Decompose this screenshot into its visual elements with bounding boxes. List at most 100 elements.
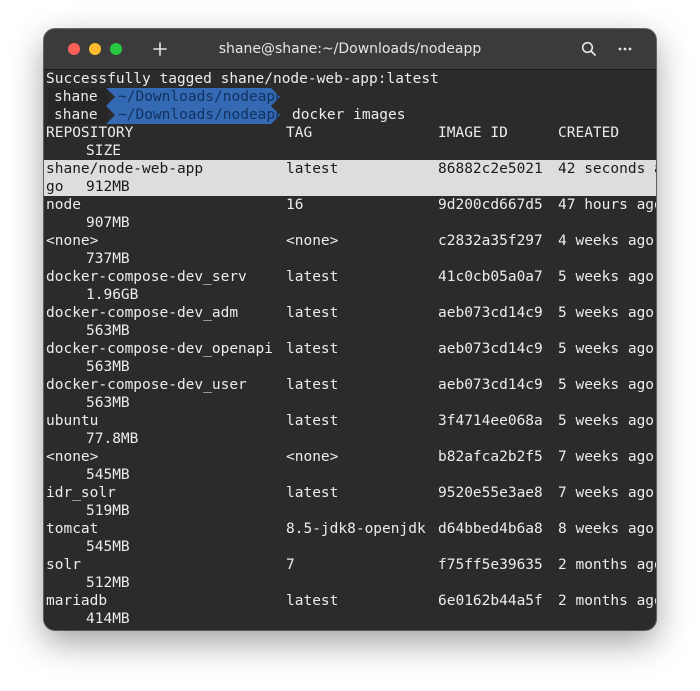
- cell-created-wrap: go: [46, 179, 64, 195]
- cell-repository: node: [46, 197, 81, 213]
- cell-size: 545MB: [86, 467, 130, 483]
- more-button[interactable]: [616, 40, 634, 58]
- cell-created: 2 months ago: [558, 557, 656, 573]
- header-created: CREATED: [558, 125, 620, 141]
- cell-tag: latest: [286, 305, 339, 321]
- window-title: shane@shane:~/Downloads/nodeapp: [218, 41, 482, 57]
- cell-image-id: c2832a35f297: [438, 233, 543, 249]
- cell-created: 4 weeks ago: [558, 233, 655, 249]
- ellipsis-icon: [618, 47, 632, 51]
- table-row[interactable]: docker-compose-dev_openapi latest aeb073…: [46, 340, 656, 358]
- prompt-line: shane ~/Downloads/nodeapp docker images: [44, 106, 444, 124]
- cell-size: 545MB: [86, 539, 130, 555]
- cell-tag: 16: [286, 197, 304, 213]
- cell-repository: docker-compose-dev_openapi: [46, 341, 273, 357]
- table-row[interactable]: ubuntu latest 3f4714ee068a 5 weeks ago: [46, 412, 656, 430]
- table-row[interactable]: <none> <none> c2832a35f297 4 weeks ago: [46, 232, 656, 250]
- prompt-path: ~/Downloads/nodeapp: [106, 106, 280, 124]
- cell-image-id: 86882c2e5021: [438, 161, 543, 177]
- cell-created: 42 seconds a: [558, 161, 656, 177]
- cell-tag: latest: [286, 377, 339, 393]
- cell-repository: <none>: [46, 233, 99, 249]
- cell-image-id: 9520e55e3ae8: [438, 485, 543, 501]
- table-row[interactable]: <none> <none> b82afca2b2f5 7 weeks ago: [46, 448, 656, 466]
- table-row[interactable]: docker-compose-dev_serv latest 41c0cb05a…: [46, 268, 656, 286]
- cell-tag: <none>: [286, 233, 339, 249]
- header-size: SIZE: [86, 143, 121, 159]
- cell-tag: latest: [286, 593, 339, 609]
- cell-created: 2 months ago: [558, 593, 656, 609]
- cell-repository: <none>: [46, 449, 99, 465]
- header-image-id: IMAGE ID: [438, 125, 508, 141]
- cell-size: 563MB: [86, 395, 130, 411]
- cell-repository: idr_solr: [46, 485, 116, 501]
- cell-size: 737MB: [86, 251, 130, 267]
- cell-size: 77.8MB: [86, 431, 139, 447]
- table-row[interactable]: mariadb latest 6e0162b44a5f 2 months ago: [46, 592, 656, 610]
- cell-size: 512MB: [86, 575, 130, 591]
- cell-tag: latest: [286, 161, 339, 177]
- header-tag: TAG: [286, 125, 313, 141]
- prompt-user: shane: [48, 88, 108, 106]
- cell-repository: mariadb: [46, 593, 108, 609]
- cell-repository: docker-compose-dev_adm: [46, 305, 239, 321]
- header-repository: REPOSITORY: [46, 125, 134, 141]
- search-icon: [581, 41, 596, 56]
- table-row[interactable]: solr 7 f75ff5e39635 2 months ago: [46, 556, 656, 574]
- prompt-path: ~/Downloads/nodeapp: [106, 88, 280, 106]
- cell-created: 5 weeks ago: [558, 269, 655, 285]
- title-bar: shane@shane:~/Downloads/nodeapp: [44, 29, 656, 70]
- cell-repository: docker-compose-dev_user: [46, 377, 247, 393]
- cell-image-id: f75ff5e39635: [438, 557, 543, 573]
- terminal-output[interactable]: Successfully tagged shane/node-web-app:l…: [44, 70, 656, 630]
- cell-tag: latest: [286, 413, 339, 429]
- cell-image-id: aeb073cd14c9: [438, 377, 543, 393]
- command-text: docker images: [292, 107, 406, 123]
- cell-created: 7 weeks ago: [558, 485, 655, 501]
- tagged-message: Successfully tagged shane/node-web-app:l…: [46, 71, 439, 87]
- cell-tag: latest: [286, 485, 339, 501]
- cell-created: 8 weeks ago: [558, 521, 655, 537]
- close-button[interactable]: [68, 43, 80, 55]
- cell-image-id: 6e0162b44a5f: [438, 593, 543, 609]
- cell-created: 5 weeks ago: [558, 341, 655, 357]
- table-row[interactable]: node 16 9d200cd667d5 47 hours ago: [46, 196, 656, 214]
- cell-repository: tomcat: [46, 521, 99, 537]
- cell-image-id: 9d200cd667d5: [438, 197, 543, 213]
- new-tab-button[interactable]: [151, 40, 169, 58]
- cell-tag: 8.5-jdk8-openjdk: [286, 521, 426, 537]
- cell-repository: docker-compose-dev_serv: [46, 269, 247, 285]
- table-row[interactable]: docker-compose-dev_adm latest aeb073cd14…: [46, 304, 656, 322]
- cell-created: 5 weeks ago: [558, 413, 655, 429]
- table-row[interactable]: docker-compose-dev_user latest aeb073cd1…: [46, 376, 656, 394]
- table-row[interactable]: tomcat 8.5-jdk8-openjdk d64bbed4b6a8 8 w…: [46, 520, 656, 538]
- terminal-window: shane@shane:~/Downloads/nodeapp Successf…: [44, 29, 656, 630]
- table-header: REPOSITORY TAG IMAGE ID CREATED: [46, 124, 656, 142]
- cell-repository: shane/node-web-app: [46, 161, 204, 177]
- plus-icon: [153, 42, 167, 56]
- zoom-button[interactable]: [110, 43, 122, 55]
- table-row[interactable]: idr_solr latest 9520e55e3ae8 7 weeks ago: [46, 484, 656, 502]
- cell-size: 912MB: [86, 179, 130, 195]
- cell-size: 519MB: [86, 503, 130, 519]
- cell-size: 414MB: [86, 611, 130, 627]
- cell-image-id: 41c0cb05a0a7: [438, 269, 543, 285]
- search-button[interactable]: [580, 40, 598, 58]
- cell-size: 563MB: [86, 359, 130, 375]
- cell-image-id: b82afca2b2f5: [438, 449, 543, 465]
- cell-size: 1.96GB: [86, 287, 139, 303]
- table-row-continuation: go 912MB: [46, 178, 246, 196]
- cell-repository: solr: [46, 557, 81, 573]
- cell-created: 47 hours ago: [558, 197, 656, 213]
- cell-created: 5 weeks ago: [558, 377, 655, 393]
- table-row[interactable]: shane/node-web-app latest 86882c2e5021 4…: [46, 160, 656, 178]
- cell-tag: latest: [286, 341, 339, 357]
- cell-repository: ubuntu: [46, 413, 99, 429]
- cell-image-id: 3f4714ee068a: [438, 413, 543, 429]
- prompt-line: shane ~/Downloads/nodeapp: [44, 88, 444, 106]
- cell-tag: latest: [286, 269, 339, 285]
- cell-created: 5 weeks ago: [558, 305, 655, 321]
- cell-tag: 7: [286, 557, 295, 573]
- minimize-button[interactable]: [89, 43, 101, 55]
- cell-image-id: d64bbed4b6a8: [438, 521, 543, 537]
